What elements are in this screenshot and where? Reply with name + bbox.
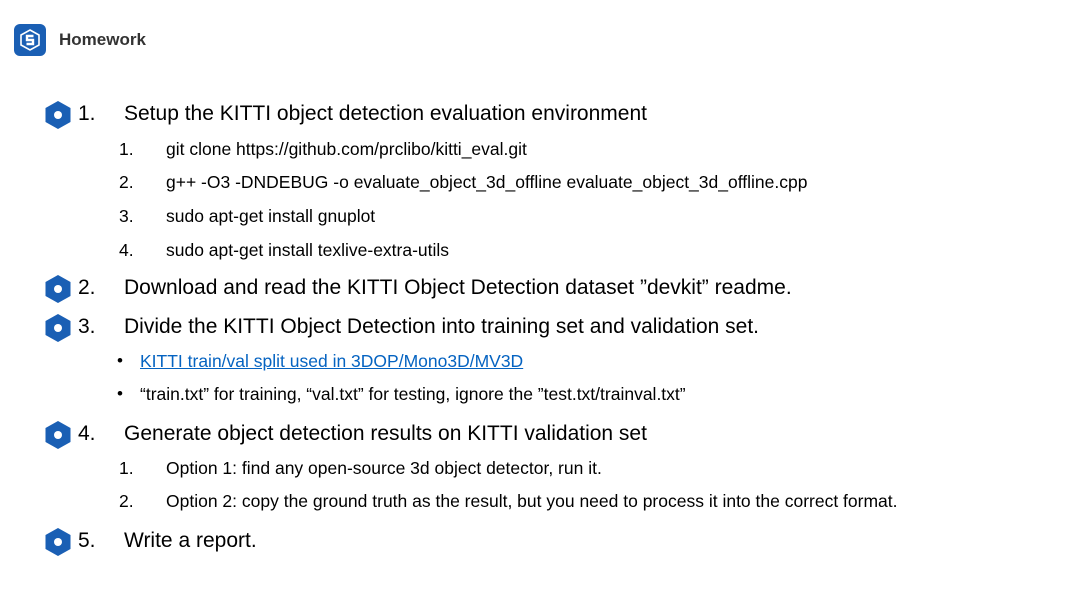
list-item <box>44 100 72 130</box>
sub-item-text: sudo apt-get install texlive-extra-utils <box>166 240 450 260</box>
item-number: 4. <box>78 422 96 445</box>
hexagon-bullet-icon <box>45 275 71 303</box>
bullet-text: “train.txt” for training, “val.txt” for … <box>140 384 686 404</box>
list-item <box>44 274 72 304</box>
sub-item-number: 2. <box>119 172 134 192</box>
sub-item-number: 1. <box>119 458 134 478</box>
sub-item-text: git clone https://github.com/prclibo/kit… <box>166 139 527 159</box>
hexagon-bullet-icon <box>45 528 71 556</box>
item-text: Generate object detection results on KIT… <box>124 422 647 445</box>
hexagon-bullet-icon <box>45 421 71 449</box>
sub-item-text: Option 1: find any open-source 3d object… <box>166 458 602 478</box>
item-text: Divide the KITTI Object Detection into t… <box>124 315 759 338</box>
item-number: 2. <box>78 276 96 299</box>
sub-item-text: g++ -O3 -DNDEBUG -o evaluate_object_3d_o… <box>166 172 808 192</box>
list-item <box>44 420 72 450</box>
item-number: 1. <box>78 102 96 125</box>
slide-content: 1. Setup the KITTI object detection eval… <box>0 0 1075 590</box>
hexagon-bullet-icon <box>45 314 71 342</box>
item-number: 3. <box>78 315 96 338</box>
bullet-dot: • <box>117 351 123 370</box>
sub-item-number: 2. <box>119 491 134 511</box>
hexagon-bullet-icon <box>45 101 71 129</box>
sub-item-number: 3. <box>119 206 134 226</box>
split-link[interactable]: KITTI train/val split used in 3DOP/Mono3… <box>140 351 523 372</box>
sub-item-number: 4. <box>119 240 134 260</box>
item-text: Download and read the KITTI Object Detec… <box>124 276 792 299</box>
list-item <box>44 313 72 343</box>
sub-item-text: Option 2: copy the ground truth as the r… <box>166 491 898 511</box>
bullet-dot: • <box>117 384 123 403</box>
list-item <box>44 527 72 557</box>
sub-item-text: sudo apt-get install gnuplot <box>166 206 376 226</box>
item-number: 5. <box>78 529 96 552</box>
item-text: Setup the KITTI object detection evaluat… <box>124 102 647 125</box>
item-text: Write a report. <box>124 529 257 552</box>
sub-item-number: 1. <box>119 139 134 159</box>
